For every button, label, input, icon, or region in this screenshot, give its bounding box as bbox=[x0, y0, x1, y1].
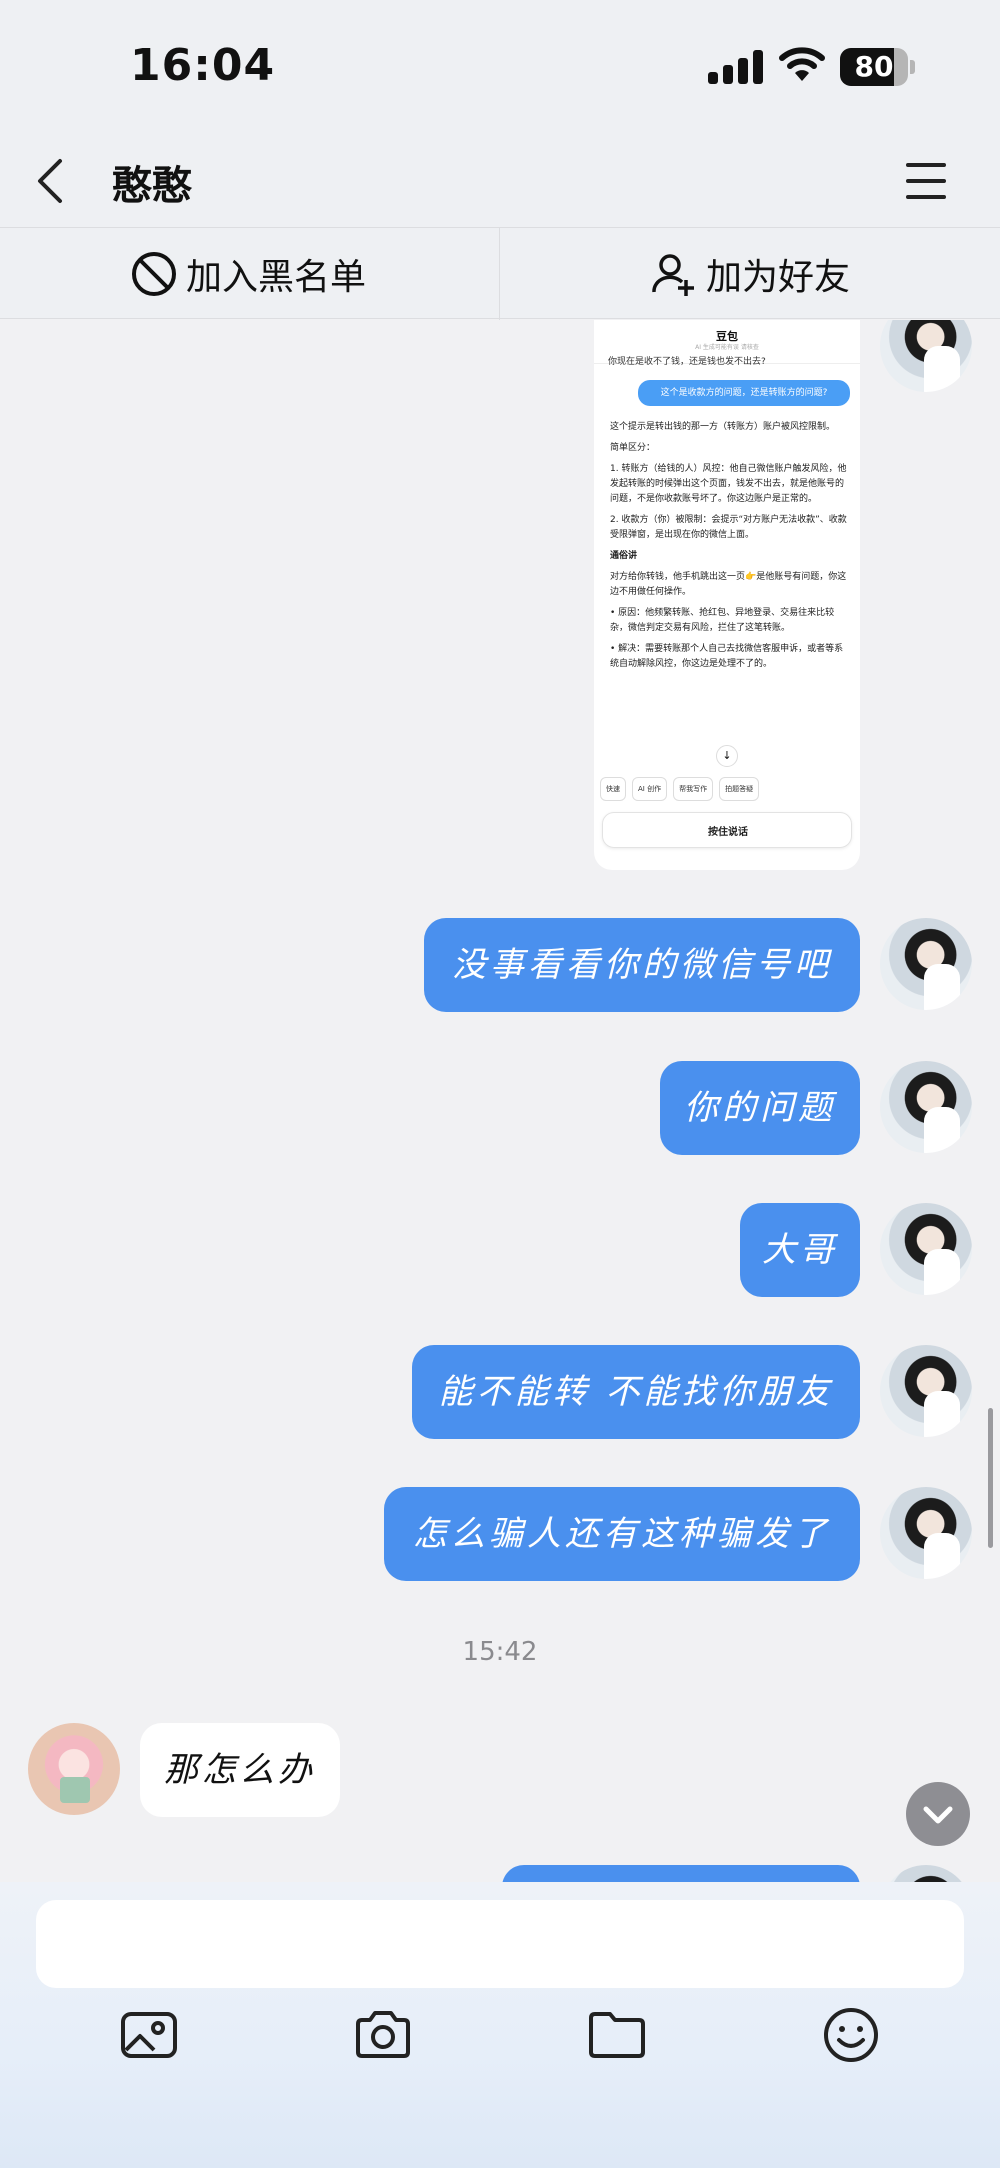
battery-tip bbox=[910, 60, 915, 74]
camera-icon[interactable] bbox=[352, 2004, 414, 2066]
message-bubble[interactable]: 你的问题 bbox=[660, 1061, 860, 1155]
screenshot-topbar: 豆包 AI 生成可能有误 请核查 你现在是收不了钱，还是钱也发不出去? bbox=[594, 320, 860, 367]
screenshot-bullet1: • 原因：他频繁转账、抢红包、异地登录、交易往来比较杂，微信判定交易有风险，拦住… bbox=[610, 608, 835, 633]
screenshot-prev-line: 你现在是收不了钱，还是钱也发不出去? bbox=[608, 357, 766, 367]
action-divider bbox=[499, 228, 500, 320]
message-bubble[interactable]: 没事看看你的微信号吧 bbox=[424, 918, 860, 1012]
folder-icon[interactable] bbox=[586, 2004, 648, 2066]
screenshot-p2: 简单区分： bbox=[610, 443, 656, 453]
emoji-icon[interactable] bbox=[820, 2004, 882, 2066]
image-icon[interactable] bbox=[118, 2004, 180, 2066]
screenshot-app-subtitle: AI 生成可能有误 请核查 bbox=[695, 344, 759, 351]
add-user-icon bbox=[652, 254, 694, 296]
screenshot-chips: 快速 AI 创作 帮我写作 拍题答疑 bbox=[600, 777, 860, 801]
chevron-down-icon bbox=[923, 1806, 953, 1824]
screenshot-item1: 1. 转账方（给钱的人）风控：他自己微信账户触发风险，他发起转账的时候弹出这个页… bbox=[610, 464, 847, 504]
blacklist-label: 加入黑名单 bbox=[186, 257, 367, 298]
cellular-signal-icon bbox=[708, 50, 764, 84]
avatar[interactable] bbox=[880, 1061, 972, 1153]
avatar[interactable] bbox=[880, 1345, 972, 1437]
action-bar: 加入黑名单 加为好友 bbox=[0, 227, 1000, 320]
status-bar: 16:04 80 bbox=[0, 0, 1000, 135]
screenshot-chip: 帮我写作 bbox=[673, 777, 714, 801]
message-bubble[interactable]: 大哥 bbox=[740, 1203, 860, 1297]
status-time: 16:04 bbox=[130, 40, 276, 91]
contact-name: 憨憨 bbox=[112, 163, 192, 209]
avatar[interactable] bbox=[880, 1203, 972, 1295]
screenshot-p1: 这个提示是转出钱的那一方（转账方）账户被风控限制。 bbox=[610, 422, 836, 432]
back-icon[interactable] bbox=[30, 149, 90, 213]
message-bubble[interactable]: 怎么骗人还有这种骗发了 bbox=[384, 1487, 860, 1581]
screenshot-scroll-icon: ↓ bbox=[716, 745, 738, 767]
avatar[interactable] bbox=[880, 320, 972, 392]
message-input[interactable] bbox=[36, 1900, 964, 1988]
scroll-indicator[interactable] bbox=[988, 1408, 993, 1548]
screenshot-item2: 2. 收款方（你）被限制：会提示“对方账户无法收款”、收款受限弹窗，是出现在你的… bbox=[610, 515, 847, 540]
screenshot-chip: 快速 bbox=[600, 777, 626, 801]
screenshot-chip: 拍题答疑 bbox=[719, 777, 760, 801]
timestamp: 15:42 bbox=[462, 1637, 538, 1667]
screenshot-p3: 对方给你转钱，他手机跳出这一页👉是他账号有问题，你这边不用做任何操作。 bbox=[610, 572, 847, 597]
screenshot-input: 按住说话 bbox=[602, 812, 852, 848]
screenshot-question: 这个是收款方的问题，还是转账方的问题? bbox=[638, 380, 850, 406]
menu-icon[interactable] bbox=[902, 157, 950, 205]
avatar[interactable] bbox=[880, 1487, 972, 1579]
message-bubble-partial[interactable] bbox=[502, 1865, 860, 1882]
input-area bbox=[0, 1882, 1000, 2168]
scroll-down-button[interactable] bbox=[906, 1782, 970, 1846]
screenshot-answer: 这个提示是转出钱的那一方（转账方）账户被风控限制。 简单区分： 1. 转账方（给… bbox=[610, 420, 850, 678]
add-friend-button[interactable]: 加为好友 bbox=[650, 228, 850, 320]
screenshot-image[interactable]: 豆包 AI 生成可能有误 请核查 你现在是收不了钱，还是钱也发不出去? 这个是收… bbox=[594, 320, 860, 870]
screenshot-heading: 通俗讲 bbox=[610, 551, 638, 561]
avatar[interactable] bbox=[880, 1865, 972, 1882]
battery-percent: 80 bbox=[854, 50, 894, 83]
screenshot-input-label: 按住说话 bbox=[708, 827, 748, 838]
contact-avatar[interactable] bbox=[28, 1723, 120, 1815]
wifi-icon bbox=[779, 47, 825, 81]
message-bubble[interactable]: 能不能转 不能找你朋友 bbox=[412, 1345, 860, 1439]
block-icon bbox=[132, 252, 176, 296]
message-bubble[interactable]: 那怎么办 bbox=[140, 1723, 340, 1817]
chat-header: 憨憨 bbox=[0, 135, 1000, 227]
battery-icon: 80 bbox=[840, 48, 908, 86]
avatar[interactable] bbox=[880, 918, 972, 1010]
chat-messages[interactable]: 豆包 AI 生成可能有误 请核查 你现在是收不了钱，还是钱也发不出去? 这个是收… bbox=[0, 320, 1000, 1882]
screenshot-bullet2: • 解决：需要转账那个人自己去找微信客服申诉，或者等系统自动解除风控，你这边是处… bbox=[610, 644, 844, 669]
blacklist-button[interactable]: 加入黑名单 bbox=[130, 228, 366, 320]
add-friend-label: 加为好友 bbox=[706, 257, 851, 298]
screenshot-chip: AI 创作 bbox=[632, 777, 668, 801]
